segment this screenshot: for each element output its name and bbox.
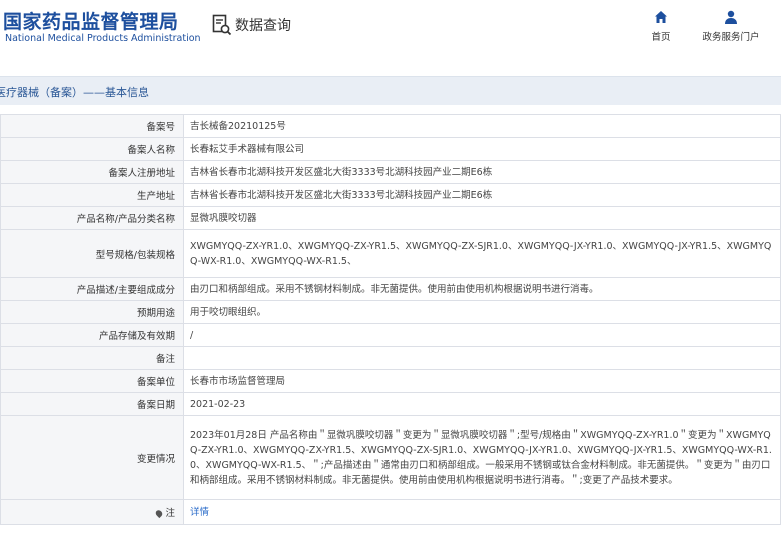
field-value: 吉林省长春市北湖科技开发区盛北大街3333号北湖科技园产业二期E6栋	[183, 160, 781, 184]
nav-service-label: 政务服务门户	[702, 32, 760, 43]
field-label: 型号规格/包装规格	[0, 229, 184, 278]
details-link[interactable]: 详情	[190, 507, 209, 518]
field-label: 备注	[0, 346, 184, 370]
data-query-link[interactable]: 数据查询	[212, 14, 291, 36]
table-row: 备注	[0, 346, 781, 370]
field-value: 长春耘艾手术器械有限公司	[183, 137, 781, 161]
table-row: 备案单位 长春市市场监督管理局	[0, 369, 781, 393]
field-label: 备案号	[0, 114, 184, 138]
field-value: 用于咬切眼组织。	[183, 300, 781, 324]
field-value: 长春市市场监督管理局	[183, 369, 781, 393]
field-label: 预期用途	[0, 300, 184, 324]
field-label: 备案人注册地址	[0, 160, 184, 184]
site-logo-title[interactable]: 国家药品监督管理局	[3, 7, 179, 34]
field-label: 备案人名称	[0, 137, 184, 161]
field-value: /	[183, 323, 781, 347]
field-value: 2023年01月28日 产品名称由＂显微巩膜咬切器＂变更为＂显微巩膜咬切器＂;型…	[183, 415, 781, 500]
field-value: 显微巩膜咬切器	[183, 206, 781, 230]
table-row: 备案号 吉长械备20210125号	[0, 114, 781, 138]
home-icon	[655, 11, 667, 23]
section-title-bar: 医疗器械（备案）——基本信息	[0, 76, 781, 105]
table-row: 备案人名称 长春耘艾手术器械有限公司	[0, 137, 781, 161]
field-value	[183, 346, 781, 370]
field-value: 由刃口和柄部组成。采用不锈钢材料制成。非无菌提供。使用前由使用机构根据说明书进行…	[183, 277, 781, 301]
field-value: 2021-02-23	[183, 392, 781, 416]
field-label: 变更情况	[0, 415, 184, 500]
field-label: 产品存储及有效期	[0, 323, 184, 347]
field-value: 吉长械备20210125号	[183, 114, 781, 138]
data-query-label: 数据查询	[235, 18, 291, 34]
table-row: 产品存储及有效期 /	[0, 323, 781, 347]
field-label: 产品描述/主要组成成分	[0, 277, 184, 301]
field-value: 详情	[183, 499, 781, 525]
table-row: 产品名称/产品分类名称 显微巩膜咬切器	[0, 206, 781, 230]
table-row: 生产地址 吉林省长春市北湖科技开发区盛北大街3333号北湖科技园产业二期E6栋	[0, 183, 781, 207]
note-label: 注	[165, 508, 175, 519]
field-value: XWGMYQQ-ZX-YR1.0、XWGMYQQ-ZX-YR1.5、XWGMYQ…	[183, 229, 781, 278]
field-label: 备案单位	[0, 369, 184, 393]
table-row: 预期用途 用于咬切眼组织。	[0, 300, 781, 324]
record-detail-table: 备案号 吉长械备20210125号 备案人名称 长春耘艾手术器械有限公司 备案人…	[0, 114, 781, 525]
nav-home[interactable]: 首页	[648, 10, 674, 43]
field-label: 备案日期	[0, 392, 184, 416]
nav-home-label: 首页	[651, 32, 671, 43]
site-logo-subtitle[interactable]: National Medical Products Administration	[5, 33, 201, 44]
table-row: 备案日期 2021-02-23	[0, 392, 781, 416]
table-row: 备案人注册地址 吉林省长春市北湖科技开发区盛北大街3333号北湖科技园产业二期E…	[0, 160, 781, 184]
user-icon	[725, 10, 737, 24]
field-label: 产品名称/产品分类名称	[0, 206, 184, 230]
pin-icon	[154, 508, 165, 519]
table-row: 变更情况 2023年01月28日 产品名称由＂显微巩膜咬切器＂变更为＂显微巩膜咬…	[0, 415, 781, 500]
field-label: 生产地址	[0, 183, 184, 207]
search-document-icon	[212, 14, 232, 36]
section-title: 医疗器械（备案）——基本信息	[0, 86, 149, 99]
table-row: 产品描述/主要组成成分 由刃口和柄部组成。采用不锈钢材料制成。非无菌提供。使用前…	[0, 277, 781, 301]
table-row: 注 详情	[0, 499, 781, 525]
table-row: 型号规格/包装规格 XWGMYQQ-ZX-YR1.0、XWGMYQQ-ZX-YR…	[0, 229, 781, 278]
field-label: 注	[0, 499, 184, 525]
site-header: 国家药品监督管理局 National Medical Products Admi…	[0, 0, 781, 62]
field-value: 吉林省长春市北湖科技开发区盛北大街3333号北湖科技园产业二期E6栋	[183, 183, 781, 207]
nav-service-portal[interactable]: 政务服务门户	[700, 10, 762, 43]
